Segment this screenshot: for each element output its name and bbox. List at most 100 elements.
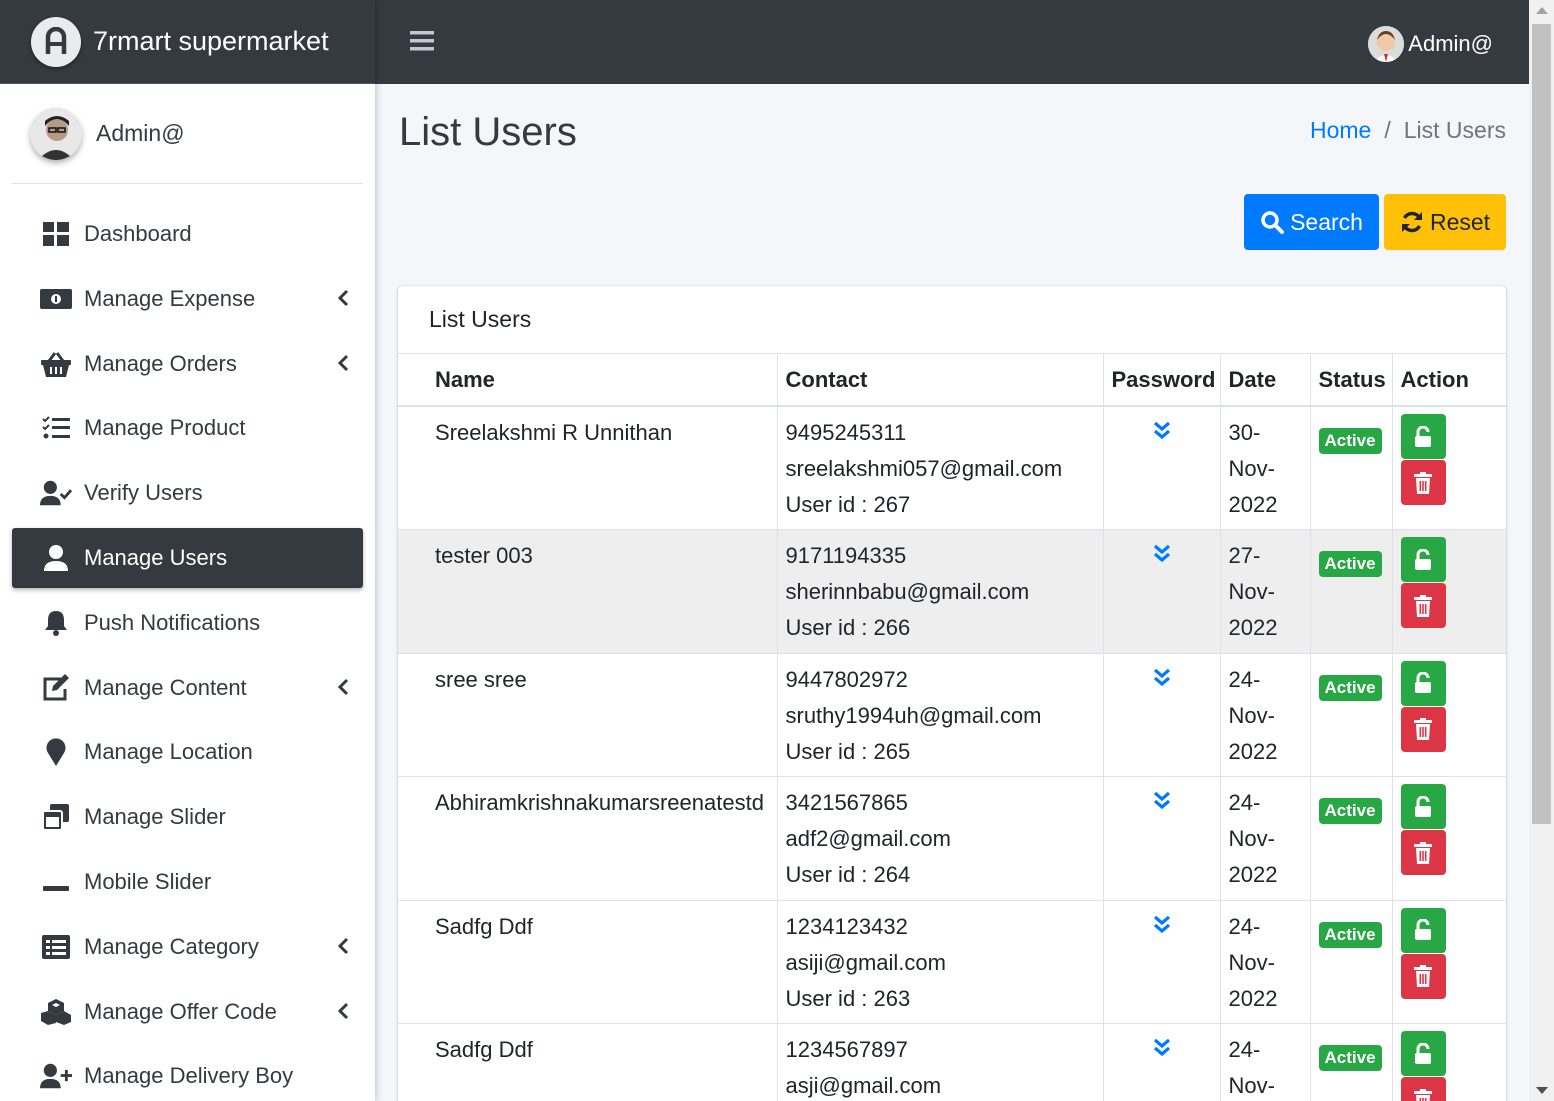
status-badge[interactable]: Active [1318, 798, 1382, 824]
user-phone: 1234567897 [785, 1037, 908, 1062]
unlock-button[interactable] [1400, 907, 1446, 953]
column-header-status[interactable]: Status [1310, 354, 1393, 407]
user-id: User id : 265 [785, 738, 911, 764]
chevron-left-icon [337, 1000, 349, 1026]
map-marker-icon [40, 736, 72, 768]
sidebar-item-label: Manage Delivery Boy [84, 1063, 294, 1089]
contact-cell: 1234567897 asji@gmail.com [777, 1023, 1104, 1101]
action-cell [1392, 776, 1506, 901]
date-day: 24- [1228, 666, 1261, 692]
user-name-cell: Abhiramkrishnakumarsreenatestd [398, 776, 778, 901]
status-badge[interactable]: Active [1318, 921, 1382, 948]
contact-cell: 9447802972 sruthy1994uh@gmail.com User id … [777, 653, 1104, 777]
column-header-name[interactable]: Name [398, 354, 778, 407]
sidebar-item-verify-users[interactable]: Verify Users [12, 463, 363, 523]
table-row: tester 003 9171194335 sherinnbabu@gmail.co… [398, 529, 1506, 654]
user-avatar [30, 107, 82, 160]
unlock-icon [1414, 1042, 1432, 1065]
status-badge[interactable]: Active [1318, 1045, 1382, 1071]
user-phone: 3421567865 [785, 790, 908, 815]
sidebar-item-label: Manage Product [84, 415, 246, 441]
delete-button[interactable] [1400, 460, 1446, 505]
chevron-left-icon [337, 676, 349, 702]
password-cell [1103, 900, 1221, 1024]
date-year: 2022 [1228, 615, 1278, 640]
action-cell [1392, 653, 1506, 777]
sidebar-item-manage-category[interactable]: Manage Category [12, 917, 363, 977]
user-icon [40, 542, 72, 574]
user-email: sreelakshmi057@gmail.com [785, 456, 1063, 481]
sidebar-item-manage-orders[interactable]: Manage Orders [12, 334, 363, 394]
sidebar-item-manage-offer-code[interactable]: Manage Offer Code [12, 982, 363, 1042]
trash-icon [1414, 965, 1432, 987]
sidebar-item-manage-slider[interactable]: Manage Slider [12, 787, 363, 847]
scrollbar-thumb[interactable] [1532, 24, 1551, 824]
sidebar-item-label: Mobile Slider [84, 868, 212, 894]
user-name: sree sree [435, 666, 527, 692]
status-badge[interactable]: Active [1318, 551, 1382, 577]
reset-button[interactable]: Reset [1384, 194, 1506, 250]
sidebar-item-label: Manage Content [84, 674, 247, 700]
unlock-icon [1414, 672, 1432, 694]
contact-cell: 1234123432 asiji@gmail.com User id : 263 [777, 900, 1104, 1024]
password-cell [1103, 406, 1221, 530]
angle-double-down-icon[interactable] [1112, 1036, 1212, 1058]
sidebar-item-push-notifications[interactable]: Push Notifications [12, 593, 363, 653]
sidebar-item-dashboard[interactable]: Dashboard [12, 204, 363, 264]
action-cell [1392, 1023, 1506, 1101]
unlock-button[interactable] [1400, 537, 1446, 582]
hamburger-menu-icon[interactable] [410, 30, 434, 57]
user-name: tester 003 [435, 543, 533, 568]
sidebar-item-label: Manage Slider [84, 804, 226, 830]
sidebar-item-manage-delivery-boy[interactable]: Manage Delivery Boy [12, 1046, 363, 1101]
status-badge[interactable]: Active [1318, 674, 1382, 701]
delete-button[interactable] [1400, 1077, 1446, 1101]
column-header-password[interactable]: Password [1103, 354, 1221, 407]
angle-double-down-icon[interactable] [1112, 913, 1212, 935]
delete-button[interactable] [1400, 953, 1446, 999]
sidebar-item-manage-content[interactable]: Manage Content [12, 658, 363, 718]
user-plus-icon [40, 1060, 72, 1092]
sidebar-item-label: Manage Users [84, 544, 228, 570]
date-month: Nov- [1228, 826, 1275, 851]
minus-icon [40, 866, 72, 898]
delete-button[interactable] [1400, 706, 1446, 752]
top-user-menu[interactable]: Admin@ [1368, 26, 1493, 62]
sidebar-item-manage-product[interactable]: Manage Product [12, 398, 363, 458]
scroll-down-arrow-icon[interactable] [1536, 1087, 1548, 1094]
angle-double-down-icon[interactable] [1112, 789, 1212, 811]
unlock-button[interactable] [1400, 1031, 1446, 1076]
search-button[interactable]: Search [1244, 194, 1379, 250]
user-panel[interactable]: Admin@ [12, 84, 363, 184]
status-badge[interactable]: Active [1318, 428, 1382, 454]
unlock-button[interactable] [1400, 660, 1446, 706]
delete-button[interactable] [1400, 583, 1446, 628]
sidebar-item-manage-location[interactable]: Manage Location [12, 722, 363, 782]
sidebar-item-manage-expense[interactable]: Manage Expense [12, 269, 363, 329]
sidebar-item-label: Verify Users [84, 480, 203, 506]
page-scrollbar[interactable] [1529, 0, 1554, 1101]
breadcrumb-home-link[interactable]: Home [1310, 117, 1371, 144]
breadcrumb: Home / List Users [1310, 117, 1506, 144]
scroll-up-arrow-icon[interactable] [1536, 7, 1548, 14]
sidebar-item-manage-users[interactable]: Manage Users [12, 527, 363, 588]
angle-double-down-icon[interactable] [1112, 419, 1212, 441]
sidebar-item-mobile-slider[interactable]: Mobile Slider [12, 852, 363, 912]
date-day: 24- [1228, 1037, 1261, 1062]
angle-double-down-icon[interactable] [1112, 542, 1212, 564]
column-header-contact[interactable]: Contact [777, 354, 1104, 407]
window-restore-icon [40, 801, 72, 833]
action-cell [1392, 529, 1506, 654]
brand-link[interactable]: 7rmart supermarket [0, 0, 375, 84]
unlock-button[interactable] [1400, 784, 1446, 829]
column-header-date[interactable]: Date [1220, 354, 1311, 407]
angle-double-down-icon[interactable] [1112, 666, 1212, 688]
column-header-action[interactable]: Action [1392, 354, 1506, 407]
trash-icon [1414, 1088, 1432, 1101]
delete-button[interactable] [1400, 830, 1446, 875]
unlock-button[interactable] [1400, 414, 1446, 459]
user-name: Admin@ [96, 120, 185, 146]
sidebar-item-label: Manage Category [84, 933, 259, 959]
date-day: 27- [1228, 543, 1261, 568]
user-email: asji@gmail.com [785, 1073, 942, 1098]
